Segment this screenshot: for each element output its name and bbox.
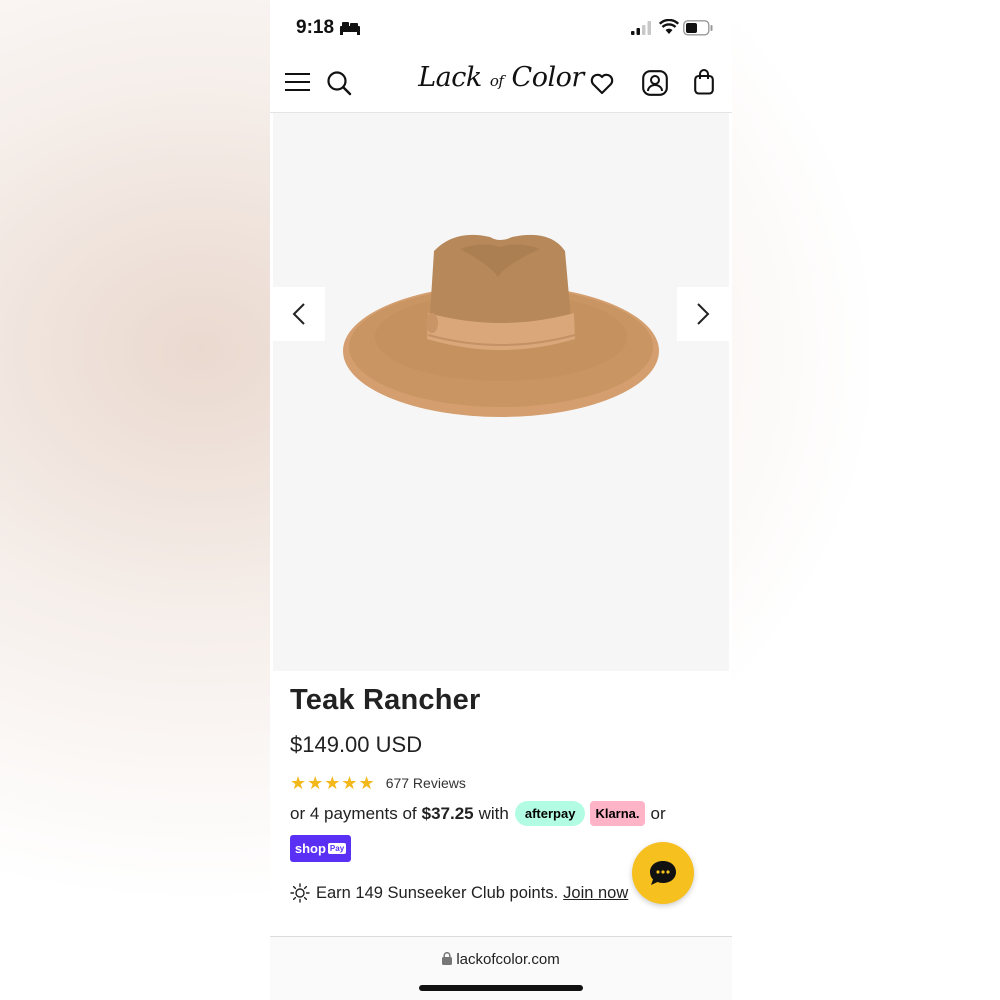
chat-button[interactable] — [632, 842, 694, 904]
signal-icon — [631, 21, 651, 35]
rating-stars: ★★★★★ — [290, 772, 376, 793]
lock-icon — [442, 952, 453, 965]
url-text: lackofcolor.com — [456, 951, 560, 968]
shoppay-pay-tag: Pay — [327, 843, 347, 854]
loyalty-points: Earn 149 Sunseeker Club points. Join now — [290, 883, 628, 903]
product-image — [343, 234, 659, 417]
chevron-left-icon — [292, 303, 305, 325]
home-indicator[interactable] — [419, 985, 583, 991]
bag-icon[interactable] — [694, 69, 714, 95]
klarna-badge[interactable]: Klarna. — [590, 801, 645, 826]
join-now-link[interactable]: Join now — [563, 884, 628, 903]
product-price: $149.00 USD — [290, 732, 423, 757]
shoppay-label: shop — [294, 841, 326, 856]
review-count[interactable]: 677 Reviews — [386, 775, 466, 791]
account-icon[interactable] — [642, 70, 668, 96]
url-display[interactable]: lackofcolor.com — [270, 951, 732, 968]
status-bar: 9:18 — [270, 0, 732, 56]
phone-screen: 9:18 Lack of Color Teak Rancher $149.00 … — [270, 0, 732, 1000]
installment-payments: or 4 payments of $37.25 with afterpay Kl… — [290, 801, 666, 826]
sun-icon — [290, 883, 310, 903]
installment-amount: $37.25 — [421, 803, 474, 823]
points-text: Earn 149 Sunseeker Club points. — [316, 883, 559, 902]
bed-icon — [340, 22, 360, 35]
payments-with: with — [478, 803, 509, 823]
heart-icon[interactable] — [590, 73, 614, 95]
product-rating[interactable]: ★★★★★ 677 Reviews — [290, 772, 466, 794]
chevron-right-icon — [697, 303, 710, 325]
gallery-prev-button[interactable] — [273, 287, 325, 341]
browser-url-bar[interactable]: lackofcolor.com — [270, 936, 732, 1000]
wifi-icon — [659, 19, 679, 34]
logo-word-color: Color — [511, 62, 585, 93]
product-image-gallery[interactable] — [273, 113, 729, 671]
payments-or: or — [650, 803, 666, 823]
logo-word-of: of — [489, 72, 504, 90]
site-header: Lack of Color — [270, 56, 732, 113]
logo-word-lack: Lack — [418, 62, 482, 93]
chat-icon — [650, 861, 676, 885]
gallery-next-button[interactable] — [677, 287, 729, 341]
battery-icon — [683, 20, 713, 36]
status-time: 9:18 — [296, 17, 335, 38]
payments-prefix: or 4 payments of — [290, 803, 417, 823]
shoppay-badge[interactable]: shop Pay — [290, 835, 351, 862]
product-title: Teak Rancher — [290, 684, 481, 716]
afterpay-badge[interactable]: afterpay — [514, 801, 586, 826]
